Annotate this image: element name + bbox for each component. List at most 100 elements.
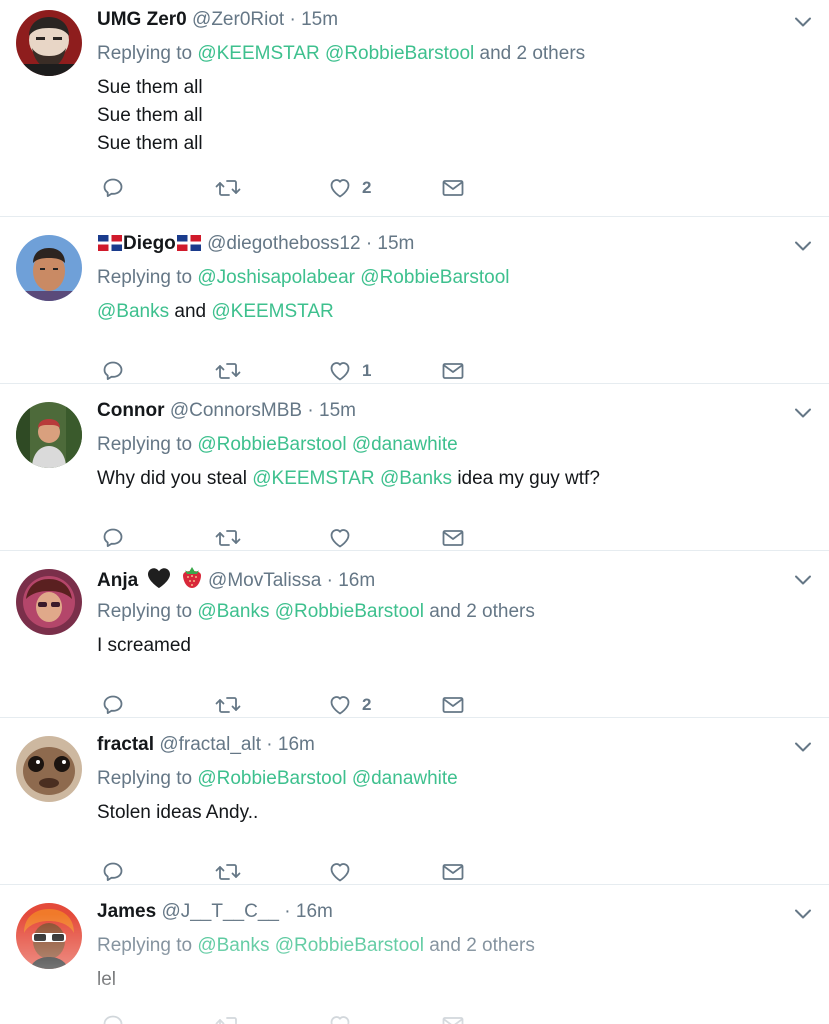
tweet[interactable]: Diego @diegotheboss12 · 15m Replying to … [0,217,829,384]
like-count: 1 [362,361,372,380]
dm-button[interactable] [441,858,465,886]
display-name[interactable]: Diego [123,233,176,254]
strawberry-icon [182,567,201,588]
mention-link[interactable]: @KEEMSTAR [211,301,333,322]
mention-link[interactable]: @RobbieBarstool [325,43,474,64]
dm-button[interactable] [441,174,465,202]
dm-button[interactable] [441,357,465,385]
mention-link[interactable]: @Banks [197,601,269,622]
mention-link[interactable]: @Banks [380,468,452,489]
username[interactable]: @MovTalissa [208,570,321,591]
tweet[interactable]: James @J__T__C__ · 16m Replying to @Bank… [0,885,829,1024]
tweet-header: Diego @diegotheboss12 · 15m [97,231,414,257]
timestamp[interactable]: 15m [301,9,338,30]
retweet-button[interactable] [215,1011,241,1024]
reply-icon [101,526,125,550]
envelope-icon [441,359,465,383]
reply-button[interactable] [101,691,125,719]
username[interactable]: @Zer0Riot [192,9,284,30]
reply-button[interactable] [101,524,125,552]
mention-link[interactable]: @RobbieBarstool [197,434,346,455]
envelope-icon [441,860,465,884]
tweet-text: Stolen ideas Andy.. [97,802,259,823]
chevron-down-icon[interactable] [791,902,815,926]
reply-icon [101,860,125,884]
username[interactable]: @ConnorsMBB [170,400,302,421]
display-name[interactable]: UMG Zer0 [97,9,187,30]
mention-link[interactable]: @Joshisapolabear [197,267,355,288]
reply-button[interactable] [101,174,125,202]
others-link[interactable]: and 2 others [429,601,535,622]
avatar[interactable] [16,569,82,635]
others-link[interactable]: and 2 others [429,935,535,956]
tweet[interactable]: Connor @ConnorsMBB · 15m Replying to @Ro… [0,384,829,551]
separator: · [266,734,273,755]
username[interactable]: @fractal_alt [159,734,261,755]
like-button[interactable]: 1 [328,357,371,385]
black-heart-icon [148,568,171,588]
mention-link[interactable]: @danawhite [352,434,458,455]
timestamp[interactable]: 15m [377,233,414,254]
username[interactable]: @diegotheboss12 [207,233,360,254]
retweet-button[interactable] [215,174,241,202]
retweet-icon [215,860,241,884]
retweet-button[interactable] [215,858,241,886]
tweet[interactable]: Anja @MovTalissa · 16m Replying to @Bank… [0,551,829,718]
timestamp[interactable]: 16m [296,901,333,922]
heart-icon [328,693,352,717]
reply-icon [101,176,125,200]
dm-button[interactable] [441,691,465,719]
like-button[interactable]: 2 [328,691,371,719]
mention-link[interactable]: @RobbieBarstool [197,768,346,789]
dm-button[interactable] [441,524,465,552]
chevron-down-icon[interactable] [791,234,815,258]
envelope-icon [441,1013,465,1024]
like-button[interactable] [328,858,362,886]
reply-button[interactable] [101,858,125,886]
display-name[interactable]: fractal [97,734,154,755]
display-name[interactable]: James [97,901,156,922]
avatar[interactable] [16,402,82,468]
replying-to: Replying to @Banks @RobbieBarstool and 2… [97,599,535,625]
separator: · [326,570,333,591]
display-name[interactable]: Connor [97,400,165,421]
chevron-down-icon[interactable] [791,401,815,425]
like-count: 2 [362,178,372,197]
tweet[interactable]: UMG Zer0 @Zer0Riot · 15m Replying to @KE… [0,0,829,217]
like-button[interactable] [328,524,362,552]
timestamp[interactable]: 15m [319,400,356,421]
chevron-down-icon[interactable] [791,735,815,759]
reply-button[interactable] [101,357,125,385]
mention-link[interactable]: @danawhite [352,768,458,789]
reply-button[interactable] [101,1011,125,1024]
mention-link[interactable]: @RobbieBarstool [360,267,509,288]
mention-link[interactable]: @KEEMSTAR [197,43,319,64]
tweet-text: Why did you steal @KEEMSTAR @Banks idea … [97,466,600,492]
tweet[interactable]: fractal @fractal_alt · 16m Replying to @… [0,718,829,885]
others-link[interactable]: and 2 others [480,43,586,64]
tweet-actions: 2 [97,174,517,202]
like-button[interactable]: 2 [328,174,371,202]
display-name[interactable]: Anja [97,570,138,591]
like-button[interactable] [328,1011,362,1024]
mention-link[interactable]: @KEEMSTAR [252,468,374,489]
retweet-button[interactable] [215,524,241,552]
retweet-button[interactable] [215,691,241,719]
avatar[interactable] [16,235,82,301]
avatar[interactable] [16,10,82,76]
retweet-button[interactable] [215,357,241,385]
chevron-down-icon[interactable] [791,10,815,34]
mention-link[interactable]: @Banks [197,935,269,956]
avatar[interactable] [16,736,82,802]
username[interactable]: @J__T__C__ [161,901,279,922]
timestamp[interactable]: 16m [338,570,375,591]
mention-link[interactable]: @RobbieBarstool [275,935,424,956]
mention-link[interactable]: @RobbieBarstool [275,601,424,622]
mention-link[interactable]: @Banks [97,301,169,322]
tweet-actions [97,1011,517,1024]
dm-button[interactable] [441,1011,465,1024]
chevron-down-icon[interactable] [791,568,815,592]
avatar[interactable] [16,903,82,969]
timestamp[interactable]: 16m [278,734,315,755]
separator: · [289,9,296,30]
